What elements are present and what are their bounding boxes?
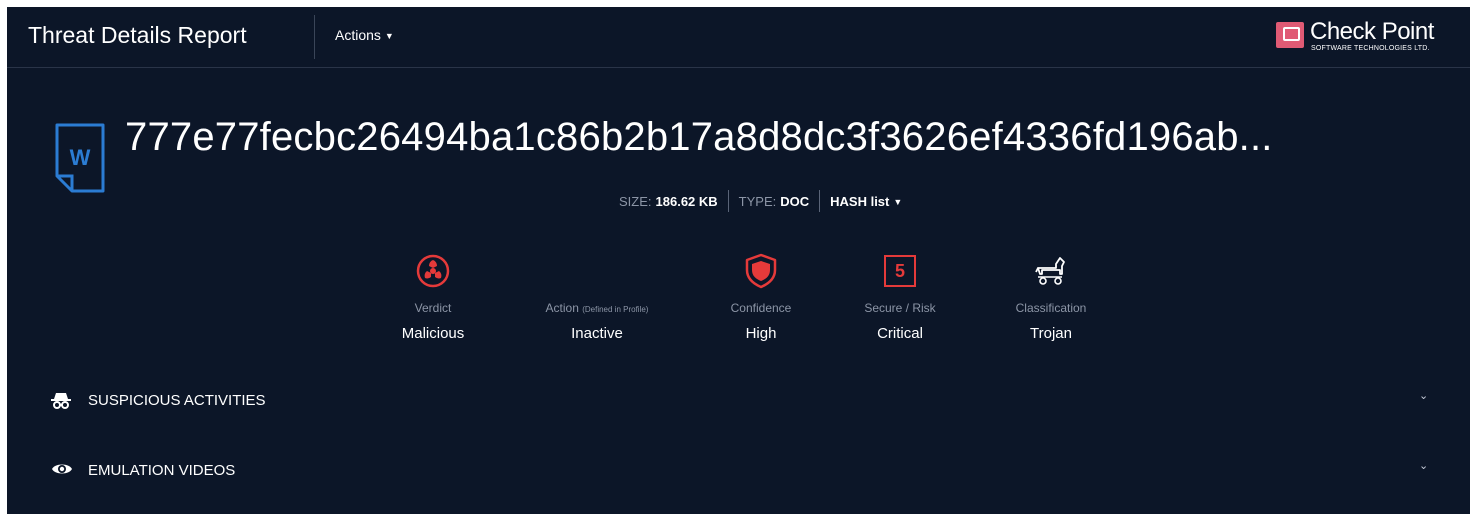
brand-name: Check Point [1310, 18, 1434, 45]
actions-menu-button[interactable]: Actions ▼ [335, 27, 394, 43]
type-label: TYPE: [738, 193, 777, 209]
stat-value: High [745, 325, 777, 342]
stat-verdict: Verdict Malicious [363, 251, 503, 342]
stat-secure-risk: 5 Secure / Risk Critical [830, 251, 970, 342]
brand-subtitle: SOFTWARE TECHNOLOGIES LTD. [1311, 45, 1430, 52]
top-bar: Threat Details Report Actions ▼ Check Poi… [7, 7, 1470, 68]
biohazard-icon [363, 251, 503, 291]
stat-label: Confidence [730, 301, 792, 315]
stat-label: Verdict [414, 301, 452, 315]
stat-label-note: (Defined in Profile) [582, 305, 649, 314]
type-value: DOC [780, 193, 810, 209]
threat-report-page: Threat Details Report Actions ▼ Check Poi… [7, 7, 1470, 514]
eye-icon [51, 461, 73, 482]
stat-label: Classification [1015, 301, 1087, 315]
stat-confidence: Confidence High [691, 251, 831, 342]
svg-text:W: W [70, 145, 91, 170]
check-point-logo-icon [1276, 22, 1304, 48]
risk-score-badge: 5 [884, 255, 916, 287]
stat-action: Action (Defined in Profile) Inactive [527, 251, 667, 342]
spy-icon [51, 391, 71, 414]
size-value: 186.62 KB [655, 193, 718, 209]
meta-divider [819, 190, 821, 212]
actions-label: Actions [335, 27, 381, 43]
caret-down-icon: ▼ [384, 31, 394, 41]
stat-classification: Classification Trojan [981, 251, 1121, 342]
section-emulation-videos[interactable]: EMULATION VIDEOS ⌄ [7, 443, 1470, 497]
caret-down-icon: ▼ [893, 196, 903, 207]
trojan-horse-icon [981, 251, 1121, 291]
section-suspicious-activities[interactable]: SUSPICIOUS ACTIVITIES ⌄ [7, 373, 1470, 427]
file-meta-row: SIZE: 186.62 KB TYPE: DOC HASH list ▼ [619, 189, 902, 213]
chevron-down-icon[interactable]: ⌄ [1419, 389, 1428, 402]
stat-label: Action (Defined in Profile) [545, 301, 649, 315]
size-label: SIZE: [619, 193, 652, 209]
meta-divider [727, 190, 729, 212]
stat-value: Trojan [1030, 325, 1072, 342]
section-title: EMULATION VIDEOS [88, 462, 236, 479]
app-title: Threat Details Report [28, 22, 247, 48]
stat-value: Inactive [571, 325, 623, 342]
shield-icon [691, 251, 831, 291]
header-divider [314, 15, 315, 59]
file-hash: 777e77fecbc26494ba1c86b2b17a8d8dc3f3626e… [125, 115, 1273, 159]
stat-label: Secure / Risk [864, 301, 936, 315]
stat-value: Critical [877, 325, 923, 342]
brand-logo: Check Point SOFTWARE TECHNOLOGIES LTD. [1276, 18, 1466, 56]
section-title: SUSPICIOUS ACTIVITIES [88, 392, 266, 409]
stat-value: Malicious [401, 325, 465, 342]
chevron-down-icon[interactable]: ⌄ [1419, 459, 1428, 472]
word-document-icon: W [54, 122, 106, 194]
hash-list-dropdown[interactable]: HASH list ▼ [830, 194, 902, 209]
